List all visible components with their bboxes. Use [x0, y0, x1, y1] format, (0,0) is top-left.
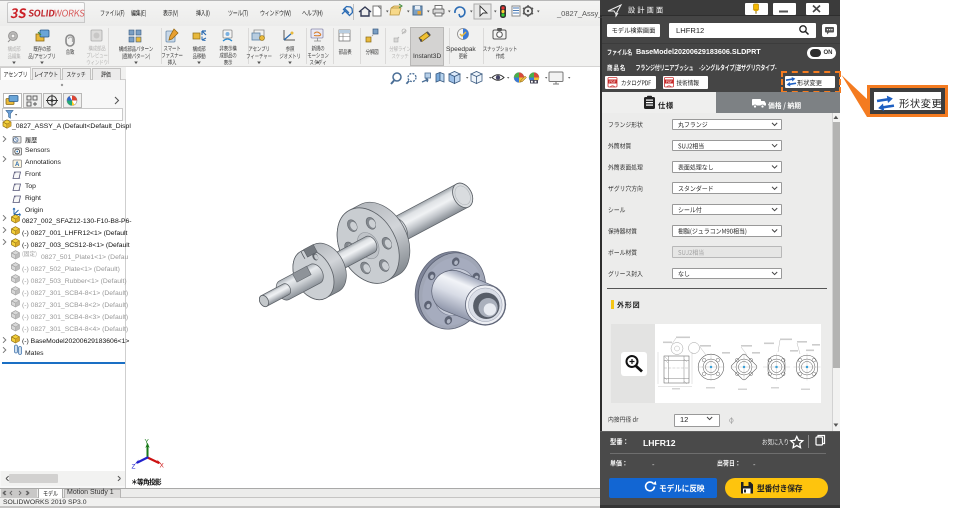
svg-text:A: A: [15, 162, 20, 168]
svg-text:PDF: PDF: [666, 80, 672, 84]
svg-text:Z: Z: [132, 464, 136, 471]
svg-text:PDF: PDF: [609, 80, 615, 84]
svg-text:Y: Y: [145, 439, 150, 446]
svg-text:X: X: [160, 463, 165, 470]
